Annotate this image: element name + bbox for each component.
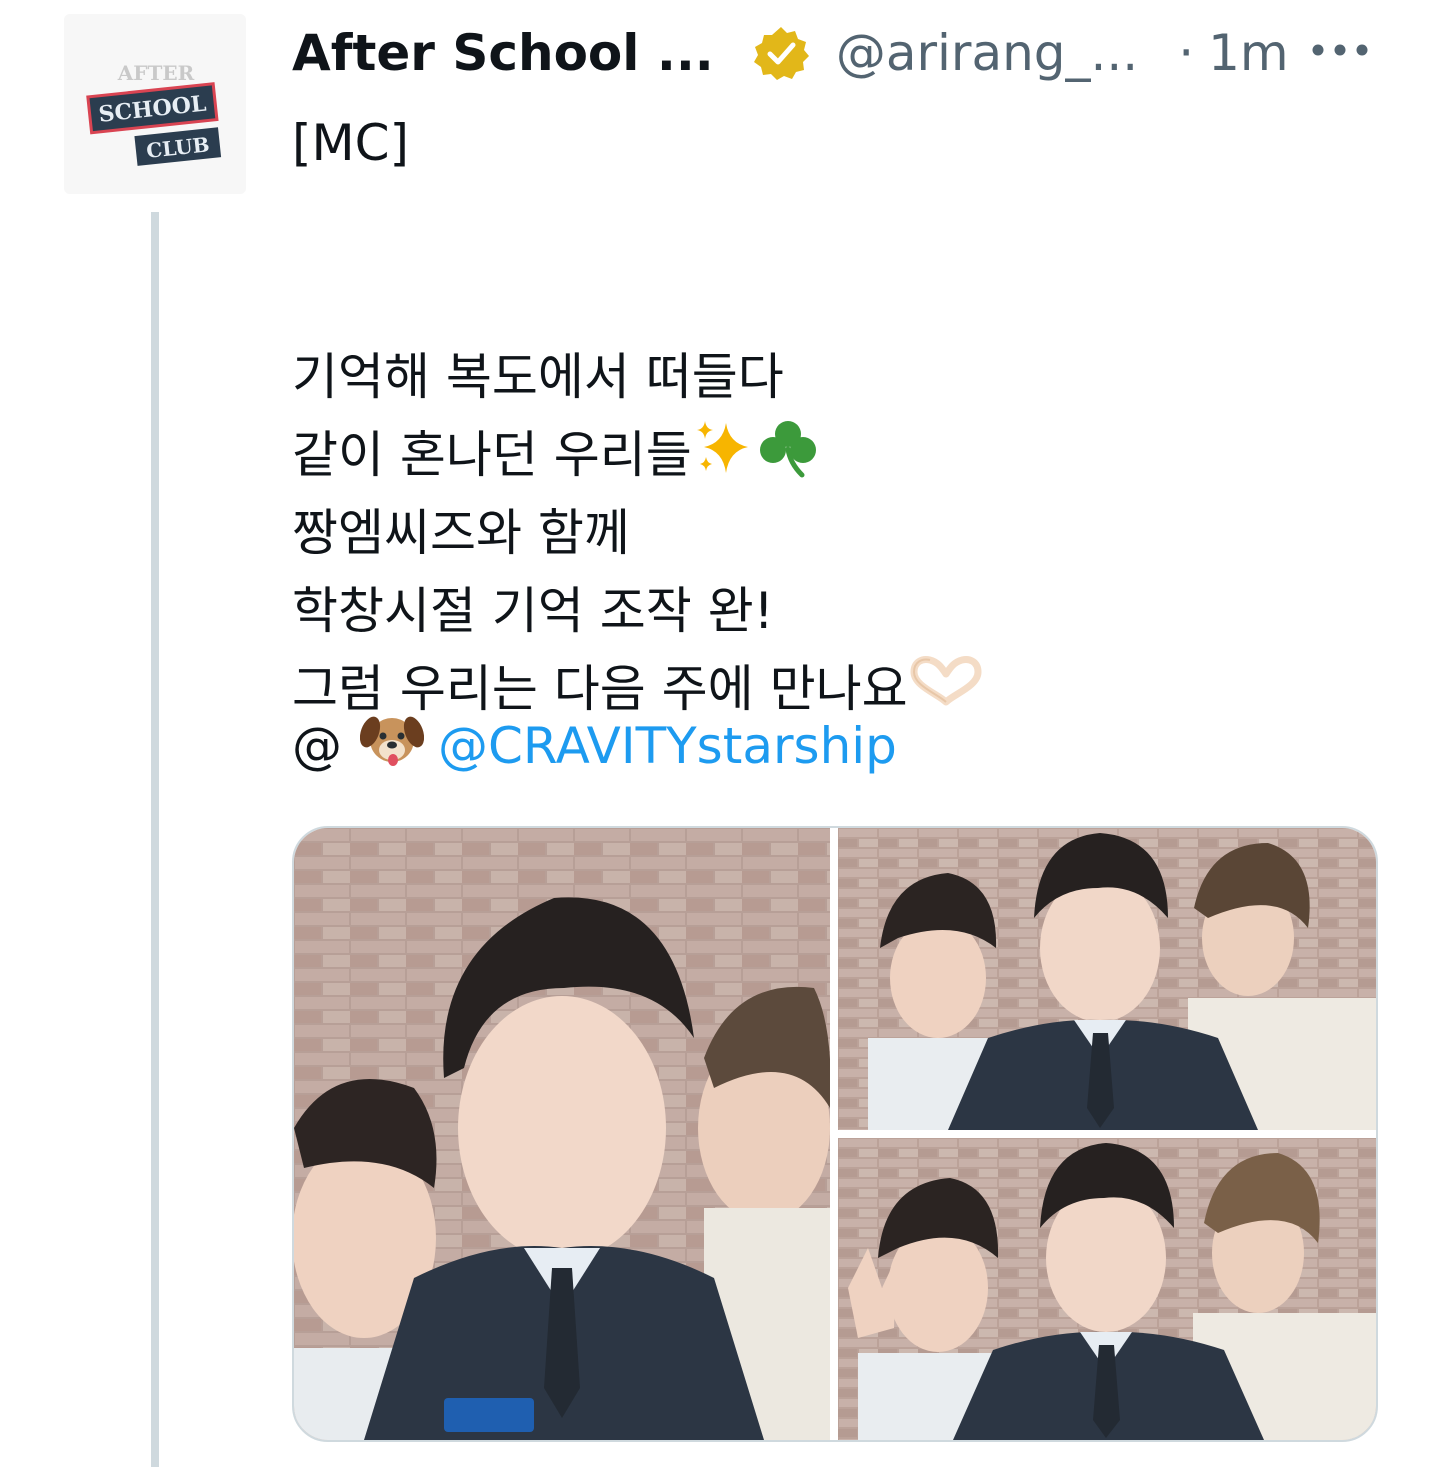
thread-line bbox=[151, 212, 159, 1467]
separator-dot: · bbox=[1178, 24, 1195, 82]
heart-hands-icon bbox=[908, 654, 984, 732]
author-handle[interactable]: @arirang_... bbox=[836, 24, 1138, 82]
text-line-content: 기억해 복도에서 떠들다 bbox=[292, 348, 784, 406]
text-line: 짱엠씨즈와 함께 bbox=[292, 494, 1372, 572]
media-grid bbox=[292, 826, 1378, 1442]
text-line-mc: [MC] bbox=[292, 114, 410, 172]
tweet-timestamp[interactable]: 1m bbox=[1208, 24, 1289, 82]
photo-2[interactable] bbox=[838, 828, 1376, 1130]
logo-text-after: AFTER bbox=[117, 61, 195, 85]
author-avatar[interactable]: AFTER SCHOOL CLUB bbox=[64, 14, 246, 194]
mention-prefix: @ bbox=[292, 717, 342, 775]
photo-1[interactable] bbox=[294, 828, 830, 1440]
tweet-header: After School ... @arirang_... · 1m bbox=[292, 18, 1289, 88]
text-line-content: 학창시절 기억 조작 완! bbox=[292, 582, 774, 640]
text-line: 학창시절 기억 조작 완! bbox=[292, 572, 1372, 650]
photo-3[interactable] bbox=[838, 1138, 1376, 1440]
tweet[interactable]: AFTER SCHOOL CLUB After School ... @arir… bbox=[0, 0, 1440, 1467]
text-line-content: 같이 혼나던 우리들 bbox=[292, 426, 692, 484]
ellipsis-icon[interactable] bbox=[1310, 30, 1370, 70]
text-line-content: 짱엠씨즈와 함께 bbox=[292, 504, 630, 562]
sparkles-icon bbox=[692, 417, 754, 501]
shamrock-icon bbox=[754, 417, 822, 501]
mention-link[interactable]: @CRAVITYstarship bbox=[438, 717, 897, 775]
mention-line: @ @CRAVITYstarship bbox=[292, 708, 897, 784]
dog-face-icon bbox=[359, 710, 425, 782]
gold-check-icon[interactable] bbox=[752, 24, 810, 82]
tweet-text: [MC] 기억해 복도에서 떠들다 같이 혼나던 우리들 짱엠씨즈와 함께 학창… bbox=[292, 104, 1372, 728]
after-school-club-logo: AFTER SCHOOL CLUB bbox=[64, 14, 246, 194]
author-display-name[interactable]: After School ... bbox=[292, 24, 714, 82]
text-line: 기억해 복도에서 떠들다 bbox=[292, 338, 1372, 416]
text-line: 같이 혼나던 우리들 bbox=[292, 416, 1372, 494]
